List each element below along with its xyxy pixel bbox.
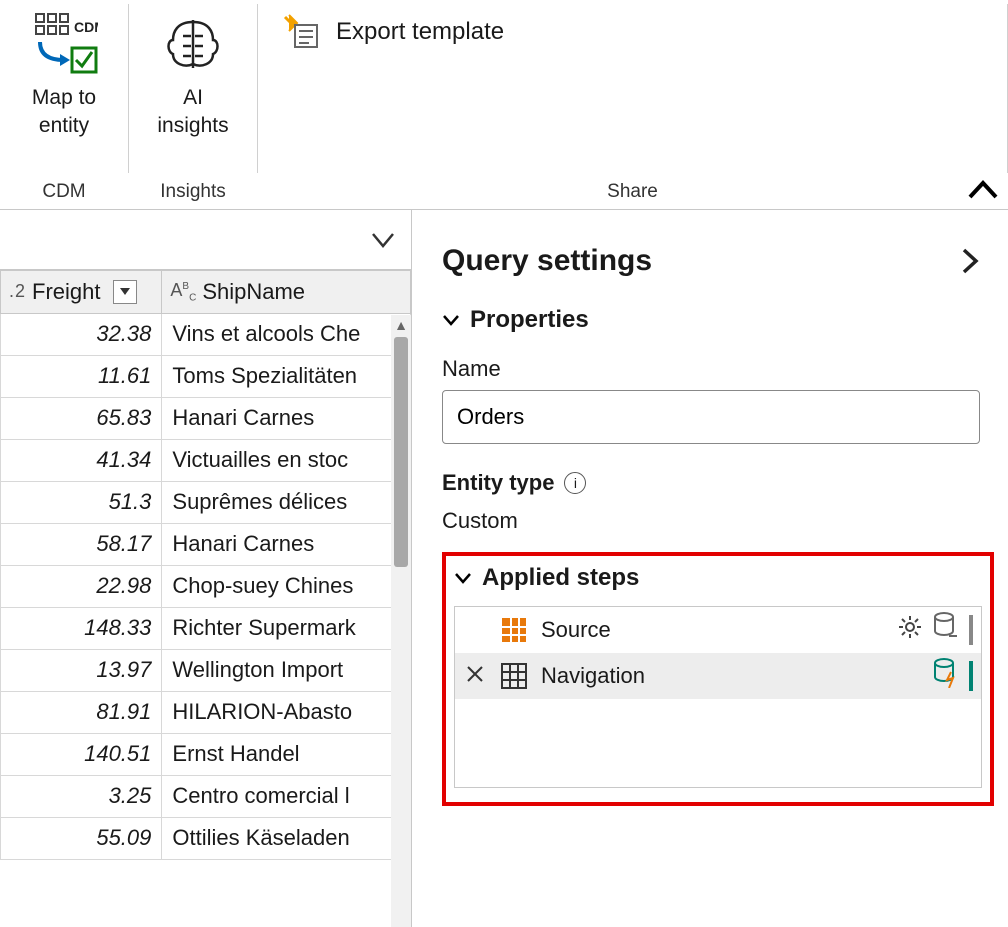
name-label: Name <box>442 356 980 382</box>
ribbon-group-cdm: CDM Map to entity CDM <box>0 0 128 209</box>
column-header-freight-label: Freight <box>32 279 100 305</box>
cell-freight[interactable]: 55.09 <box>1 817 162 859</box>
cell-shipname[interactable]: Ernst Handel <box>162 733 411 775</box>
cell-freight[interactable]: 65.83 <box>1 397 162 439</box>
table-row[interactable]: 81.91HILARION-Abasto <box>1 691 411 733</box>
chevron-down-icon <box>454 569 472 587</box>
step-source-label: Source <box>541 617 611 643</box>
ribbon-group-share: Export template Share <box>258 0 1007 209</box>
table-row[interactable]: 32.38Vins et alcools Che <box>1 313 411 355</box>
cell-shipname[interactable]: Ottilies Käseladen <box>162 817 411 859</box>
cell-shipname[interactable]: Wellington Import <box>162 649 411 691</box>
cell-shipname[interactable]: Richter Supermark <box>162 607 411 649</box>
table-row[interactable]: 13.97Wellington Import <box>1 649 411 691</box>
cell-freight[interactable]: 51.3 <box>1 481 162 523</box>
cell-shipname[interactable]: Victuailles en stoc <box>162 439 411 481</box>
entity-type-label: Entity type <box>442 470 554 496</box>
cell-freight[interactable]: 140.51 <box>1 733 162 775</box>
vertical-scrollbar[interactable]: ▲ <box>391 315 411 927</box>
applied-steps-header[interactable]: Applied steps <box>454 564 982 592</box>
text-type-icon: ABC <box>170 280 196 304</box>
export-template-label: Export template <box>336 18 504 46</box>
table-row[interactable]: 22.98Chop-suey Chines <box>1 565 411 607</box>
ribbon-group-cdm-label: CDM <box>42 181 85 209</box>
table-row[interactable]: 65.83Hanari Carnes <box>1 397 411 439</box>
ribbon-group-insights: AI insights Insights <box>129 0 257 209</box>
table-row[interactable]: 41.34Victuailles en stoc <box>1 439 411 481</box>
table-row[interactable]: 55.09Ottilies Käseladen <box>1 817 411 859</box>
brain-icon <box>153 4 233 84</box>
cell-shipname[interactable]: Hanari Carnes <box>162 397 411 439</box>
map-to-entity-icon: CDM <box>24 4 104 84</box>
query-name-input[interactable] <box>442 390 980 444</box>
cell-shipname[interactable]: HILARION-Abasto <box>162 691 411 733</box>
data-table: .2 Freight ABC ShipName <box>0 271 411 860</box>
export-template-button[interactable]: Export template <box>282 0 504 52</box>
query-settings-title: Query settings <box>442 244 652 278</box>
ai-insights-button[interactable]: AI insights <box>143 0 243 141</box>
cell-freight[interactable]: 11.61 <box>1 355 162 397</box>
step-source[interactable]: Source <box>455 607 981 653</box>
map-to-entity-label: Map to entity <box>32 84 96 141</box>
cell-shipname[interactable]: Centro comercial l <box>162 775 411 817</box>
cell-freight[interactable]: 58.17 <box>1 523 162 565</box>
column-header-freight[interactable]: .2 Freight <box>1 271 162 313</box>
scroll-up-icon: ▲ <box>391 317 411 333</box>
table-row[interactable]: 140.51Ernst Handel <box>1 733 411 775</box>
gear-icon[interactable] <box>897 614 923 646</box>
cell-shipname[interactable]: Chop-suey Chines <box>162 565 411 607</box>
chevron-down-icon <box>442 311 460 329</box>
database-icon[interactable] <box>933 612 959 648</box>
info-icon[interactable]: i <box>564 472 586 494</box>
properties-section-header[interactable]: Properties <box>442 306 980 334</box>
decimal-type-icon: .2 <box>9 281 26 302</box>
step-navigation[interactable]: Navigation <box>455 653 981 699</box>
table-outline-icon <box>499 661 529 691</box>
database-bolt-icon[interactable] <box>933 658 959 694</box>
step-marker-active <box>969 661 973 691</box>
table-row[interactable]: 3.25Centro comercial l <box>1 775 411 817</box>
column-header-shipname-label: ShipName <box>202 279 305 305</box>
table-row[interactable]: 11.61Toms Spezialitäten <box>1 355 411 397</box>
cell-freight[interactable]: 22.98 <box>1 565 162 607</box>
cell-shipname[interactable]: Vins et alcools Che <box>162 313 411 355</box>
applied-steps-list: Source <box>454 606 982 788</box>
cell-shipname[interactable]: Hanari Carnes <box>162 523 411 565</box>
cell-freight[interactable]: 41.34 <box>1 439 162 481</box>
ribbon-group-insights-label: Insights <box>160 181 225 209</box>
ribbon: CDM Map to entity CDM <box>0 0 1008 210</box>
chevron-right-icon[interactable] <box>960 246 980 276</box>
entity-type-value: Custom <box>442 508 980 534</box>
chevron-down-icon <box>369 226 397 254</box>
cell-freight[interactable]: 148.33 <box>1 607 162 649</box>
query-settings-pane: Query settings Properties Name Entity ty… <box>412 210 1008 927</box>
cell-freight[interactable]: 32.38 <box>1 313 162 355</box>
scroll-thumb[interactable] <box>394 337 408 567</box>
cell-freight[interactable]: 81.91 <box>1 691 162 733</box>
table-row[interactable]: 58.17Hanari Carnes <box>1 523 411 565</box>
cell-shipname[interactable]: Suprêmes délices <box>162 481 411 523</box>
export-template-icon <box>282 12 322 52</box>
ribbon-group-share-label: Share <box>272 181 993 209</box>
formula-bar[interactable] <box>0 210 411 270</box>
svg-text:CDM: CDM <box>74 19 98 35</box>
cell-freight[interactable]: 13.97 <box>1 649 162 691</box>
table-orange-icon <box>499 615 529 645</box>
ai-insights-label: AI insights <box>157 84 228 141</box>
applied-steps-highlight: Applied steps <box>442 552 994 806</box>
column-header-shipname[interactable]: ABC ShipName <box>162 271 411 313</box>
cell-shipname[interactable]: Toms Spezialitäten <box>162 355 411 397</box>
step-marker <box>969 615 973 645</box>
ribbon-collapse-button[interactable] <box>968 173 998 207</box>
cell-freight[interactable]: 3.25 <box>1 775 162 817</box>
table-row[interactable]: 148.33Richter Supermark <box>1 607 411 649</box>
applied-steps-label: Applied steps <box>482 564 639 592</box>
table-row[interactable]: 51.3Suprêmes délices <box>1 481 411 523</box>
properties-label: Properties <box>470 306 589 334</box>
delete-step-button[interactable] <box>463 663 487 689</box>
map-to-entity-button[interactable]: CDM Map to entity <box>14 0 114 141</box>
data-preview-pane: .2 Freight ABC ShipName <box>0 210 412 927</box>
column-filter-button[interactable] <box>113 280 137 304</box>
step-navigation-label: Navigation <box>541 663 645 689</box>
